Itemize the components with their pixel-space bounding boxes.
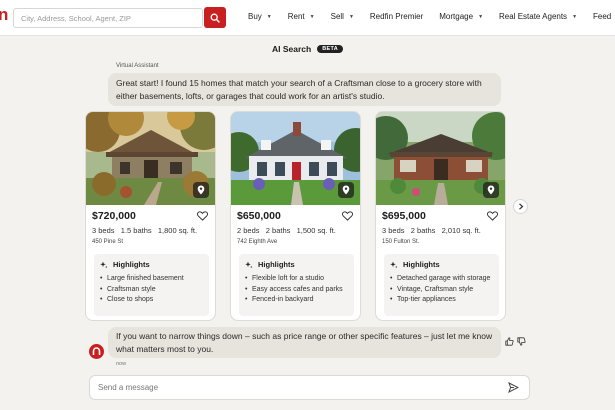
redfin-logo[interactable]: n — [0, 5, 10, 25]
listing-facts: 3 beds 2 baths 2,010 sq. ft. — [382, 226, 481, 235]
listing-price: $720,000 — [92, 210, 136, 222]
highlight-item: Top-tier appliances — [390, 295, 493, 306]
listing-price: $695,000 — [382, 210, 426, 222]
listing-facts: 3 beds 1.5 baths 1,800 sq. ft. — [92, 226, 198, 235]
thumbs-up-icon[interactable] — [505, 337, 514, 346]
map-pin-button[interactable] — [193, 182, 209, 198]
chevron-down-icon: ▼ — [478, 13, 484, 20]
message-feedback — [505, 337, 529, 346]
nav-sell-label: Sell — [330, 12, 344, 21]
nav-mortgage-label: Mortgage — [439, 12, 474, 21]
heart-icon[interactable] — [342, 211, 353, 221]
highlights-list: Large finished basement Craftsman style … — [100, 274, 203, 306]
map-pin-icon — [197, 185, 205, 195]
sparkle-icon — [245, 261, 253, 268]
highlights-panel: Highlights Large finished basement Craft… — [94, 254, 209, 316]
listing-card[interactable]: $650,000 2 beds 2 baths 1,500 sq. ft. 74… — [230, 111, 361, 321]
highlights-list: Detached garage with storage Vintage, Cr… — [390, 274, 493, 306]
redfin-avatar-icon — [89, 344, 104, 359]
highlight-item: Flexible loft for a studio — [245, 274, 348, 285]
highlights-list: Flexible loft for a studio Easy access c… — [245, 274, 348, 306]
nav-agents-label: Real Estate Agents — [499, 12, 568, 21]
highlights-panel: Highlights Flexible loft for a studio Ea… — [239, 254, 354, 316]
nav-premier-label: Redfin Premier — [369, 12, 424, 21]
map-pin-button[interactable] — [483, 182, 499, 198]
chevron-right-icon — [518, 203, 523, 210]
highlight-item: Detached garage with storage — [390, 274, 493, 285]
highlights-heading: Highlights — [245, 260, 348, 269]
carousel-next-button[interactable] — [513, 199, 528, 214]
highlight-item: Easy access cafes and parks — [245, 285, 348, 296]
nav-redfin-premier[interactable]: Redfin Premier — [370, 12, 423, 21]
beta-badge: BETA — [317, 45, 343, 53]
highlight-item: Fenced-in backyard — [245, 295, 348, 306]
highlight-item: Craftsman style — [100, 285, 203, 296]
highlights-title: Highlights — [113, 260, 150, 269]
sparkle-icon — [390, 261, 398, 268]
sparkle-icon — [100, 261, 108, 268]
highlight-item: Large finished basement — [100, 274, 203, 285]
assistant-label: Virtual Assistant — [116, 63, 159, 69]
listing-card[interactable]: $695,000 3 beds 2 baths 2,010 sq. ft. 15… — [375, 111, 506, 321]
nav-real-estate-agents[interactable]: Real Estate Agents ▼ — [499, 12, 577, 21]
highlights-heading: Highlights — [390, 260, 493, 269]
nav-rent-label: Rent — [287, 12, 305, 21]
send-button[interactable] — [506, 380, 520, 394]
page-title: AI Search — [272, 44, 312, 54]
map-pin-icon — [487, 185, 495, 195]
heart-icon[interactable] — [487, 211, 498, 221]
search-icon — [210, 13, 220, 23]
search-button[interactable] — [204, 7, 226, 28]
chevron-down-icon: ▼ — [309, 13, 315, 20]
search-input[interactable] — [13, 8, 203, 28]
assistant-message: Great start! I found 15 homes that match… — [108, 73, 501, 106]
message-timestamp: now — [116, 361, 127, 367]
highlights-panel: Highlights Detached garage with storage … — [384, 254, 499, 316]
heart-icon[interactable] — [197, 211, 208, 221]
nav-feed[interactable]: Feed — [593, 12, 611, 21]
highlights-title: Highlights — [258, 260, 295, 269]
chevron-down-icon: ▼ — [348, 13, 354, 20]
chevron-down-icon: ▼ — [572, 13, 578, 20]
ai-search-header: AI Search BETA — [0, 36, 615, 62]
listing-address: 150 Fulton St. — [382, 239, 420, 245]
map-pin-button[interactable] — [338, 182, 354, 198]
listing-address: 742 Eighth Ave — [237, 239, 278, 245]
thumbs-down-icon[interactable] — [517, 337, 526, 346]
highlight-item: Close to shops — [100, 295, 203, 306]
message-input[interactable] — [89, 375, 530, 400]
highlights-heading: Highlights — [100, 260, 203, 269]
logo-letter: n — [0, 5, 9, 24]
listing-address: 450 Pine St — [92, 239, 124, 245]
send-icon — [507, 381, 519, 393]
main-nav: Buy ▼ Rent ▼ Sell ▼ Redfin Premier Mortgage… — [248, 12, 615, 21]
listing-price: $650,000 — [237, 210, 281, 222]
nav-buy[interactable]: Buy ▼ — [248, 12, 272, 21]
nav-buy-label: Buy — [248, 12, 262, 21]
listing-card[interactable]: $720,000 3 beds 1.5 baths 1,800 sq. ft. … — [85, 111, 216, 321]
chevron-down-icon: ▼ — [266, 13, 272, 20]
assistant-message: If you want to narrow things down – such… — [108, 327, 501, 358]
nav-rent[interactable]: Rent ▼ — [288, 12, 315, 21]
listing-facts: 2 beds 2 baths 1,500 sq. ft. — [237, 226, 336, 235]
map-pin-icon — [342, 185, 350, 195]
nav-feed-label: Feed — [593, 12, 612, 21]
highlights-title: Highlights — [403, 260, 440, 269]
highlight-item: Vintage, Craftsman style — [390, 285, 493, 296]
nav-mortgage[interactable]: Mortgage ▼ — [439, 12, 483, 21]
nav-sell[interactable]: Sell ▼ — [331, 12, 354, 21]
top-navigation: n Buy ▼ Rent ▼ Sell ▼ Redfin Premier Mortga… — [0, 0, 615, 36]
